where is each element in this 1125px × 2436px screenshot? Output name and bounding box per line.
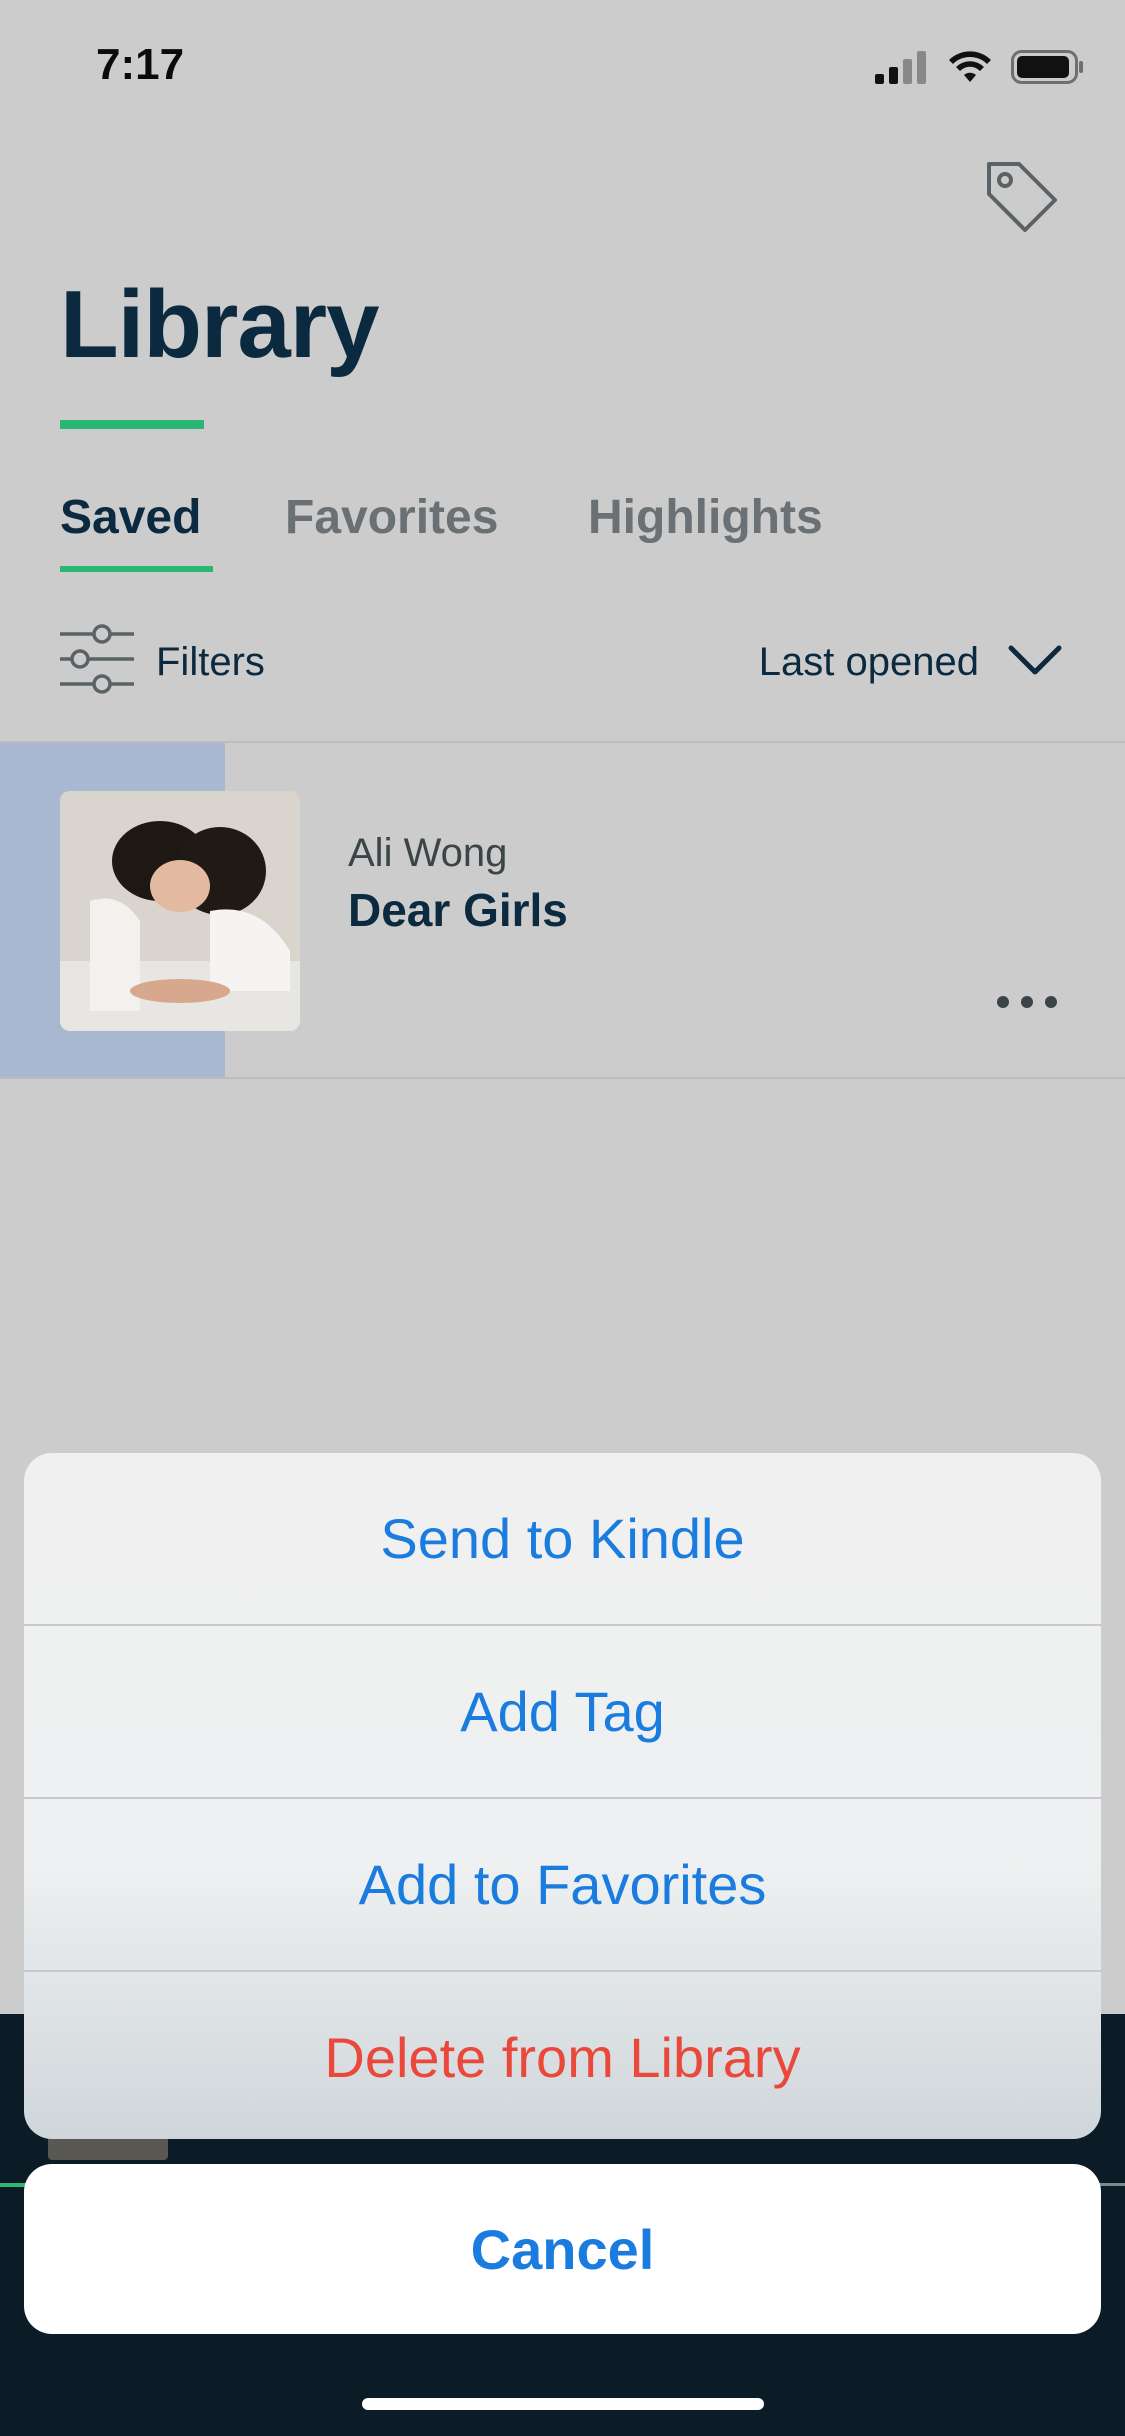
title-underline — [60, 420, 204, 429]
more-dots-icon — [997, 996, 1057, 1008]
signal-icon — [875, 51, 926, 84]
page-title: Library — [60, 271, 379, 378]
delete-from-library-button[interactable]: Delete from Library — [24, 1972, 1101, 2139]
list-item[interactable]: Ali Wong Dear Girls — [0, 743, 1125, 1077]
filters-button[interactable] — [60, 624, 134, 694]
list-bottom-divider — [0, 1077, 1125, 1079]
tab-saved[interactable]: Saved — [60, 490, 201, 545]
send-to-kindle-button[interactable]: Send to Kindle — [24, 1453, 1101, 1624]
tag-button[interactable] — [981, 156, 1061, 236]
filters-label[interactable]: Filters — [156, 640, 265, 685]
tag-icon — [987, 162, 1057, 232]
active-tab-indicator — [60, 566, 213, 572]
cancel-button[interactable]: Cancel — [24, 2164, 1101, 2334]
action-sheet: Send to Kindle Add Tag Add to Favorites … — [24, 1453, 1101, 2139]
more-button[interactable] — [996, 995, 1058, 1009]
add-tag-button[interactable]: Add Tag — [24, 1626, 1101, 1797]
chevron-down-icon — [1008, 645, 1062, 675]
item-author: Ali Wong — [348, 831, 508, 875]
home-indicator[interactable] — [362, 2398, 764, 2410]
item-title: Dear Girls — [348, 884, 568, 936]
tab-highlights[interactable]: Highlights — [588, 490, 823, 545]
status-icons — [875, 50, 1085, 84]
sort-dropdown[interactable]: Last opened — [759, 640, 979, 685]
battery-icon — [1011, 50, 1083, 84]
book-cover — [60, 791, 300, 1031]
status-time: 7:17 — [96, 40, 185, 89]
wifi-icon — [949, 51, 991, 82]
add-to-favorites-button[interactable]: Add to Favorites — [24, 1799, 1101, 1970]
tab-favorites[interactable]: Favorites — [285, 490, 498, 545]
sort-chevron[interactable] — [1007, 640, 1063, 680]
filter-sliders-icon — [60, 624, 134, 694]
